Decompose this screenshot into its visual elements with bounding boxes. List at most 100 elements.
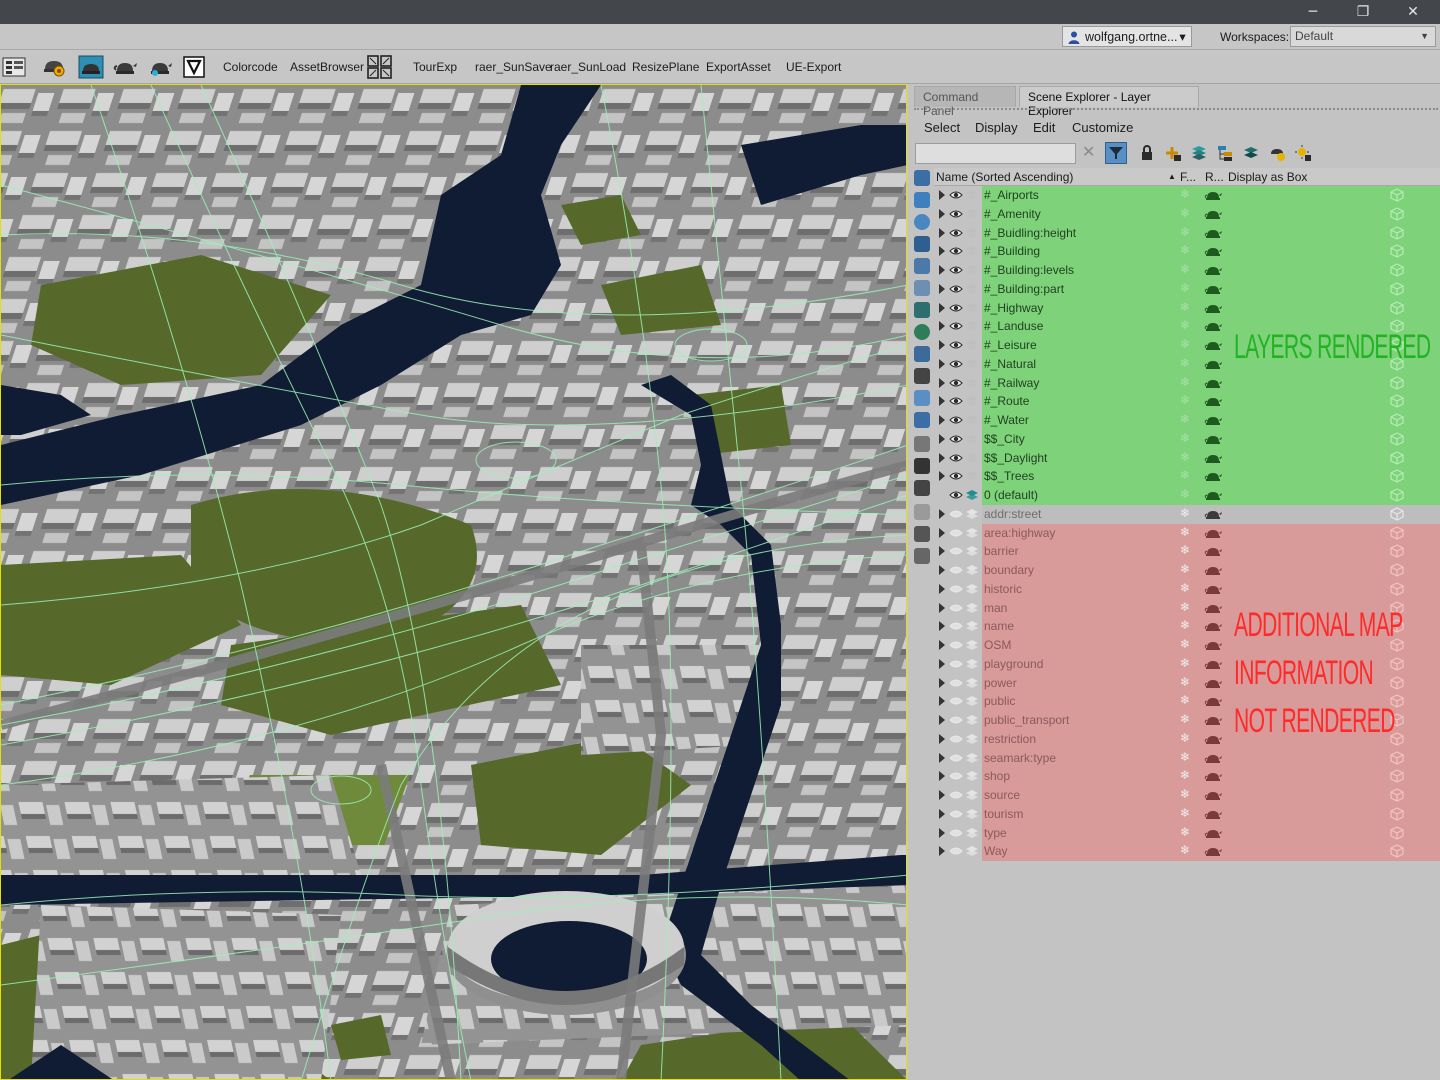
expand-arrow-icon[interactable] (939, 733, 945, 744)
freeze-snowflake-icon[interactable]: ❄ (1180, 712, 1190, 726)
renderable-teapot-icon[interactable] (1204, 244, 1222, 258)
3d-viewport[interactable] (0, 84, 907, 1080)
expand-arrow-icon[interactable] (939, 527, 945, 538)
layers-stack-icon[interactable] (1188, 142, 1210, 164)
expand-arrow-icon[interactable] (939, 715, 945, 725)
renderable-teapot-icon[interactable] (1204, 844, 1222, 858)
renderable-teapot-icon[interactable] (1204, 544, 1222, 558)
hidden-filter-icon[interactable] (914, 412, 930, 428)
layer-row[interactable]: $$_City ❄ (934, 429, 1440, 449)
layer-row[interactable]: barrier ❄ (934, 542, 1440, 561)
layer-row[interactable]: historic ❄ (934, 579, 1440, 599)
visibility-eye-icon[interactable] (949, 845, 963, 857)
render-teapot-active-icon[interactable] (147, 55, 173, 79)
display-as-box-icon[interactable] (1390, 375, 1404, 390)
visibility-eye-icon[interactable] (949, 489, 963, 501)
freeze-snowflake-icon[interactable]: ❄ (1180, 731, 1190, 745)
freeze-snowflake-icon[interactable]: ❄ (1180, 450, 1190, 464)
display-as-box-icon[interactable] (1390, 582, 1404, 596)
display-as-box-icon[interactable] (1390, 394, 1404, 408)
freeze-snowflake-icon[interactable]: ❄ (1180, 525, 1190, 539)
lock-icon[interactable] (1136, 142, 1158, 164)
renderable-teapot-icon[interactable] (1204, 619, 1222, 633)
freeze-snowflake-icon[interactable]: ❄ (1180, 187, 1190, 201)
display-as-box-icon[interactable] (1390, 563, 1404, 577)
freeze-snowflake-icon[interactable]: ❄ (1180, 581, 1190, 595)
expand-arrow-icon[interactable] (939, 602, 945, 613)
display-as-box-icon[interactable] (1390, 207, 1404, 221)
visibility-eye-icon[interactable] (949, 714, 963, 726)
visibility-eye-icon[interactable] (949, 789, 963, 801)
colorcode-button[interactable]: Colorcode (223, 60, 278, 74)
bones-filter-icon[interactable] (914, 346, 930, 362)
shapes-filter-icon[interactable] (914, 192, 930, 208)
user-account-dropdown[interactable]: wolfgang.ortne... ▾ (1062, 26, 1192, 47)
expand-arrow-icon[interactable] (939, 415, 945, 425)
renderable-teapot-icon[interactable] (1204, 751, 1222, 765)
expand-arrow-icon[interactable] (939, 640, 945, 650)
helpers-filter-icon[interactable] (914, 258, 930, 274)
layer-row[interactable]: #_Route ❄ (934, 392, 1440, 411)
layer-row[interactable]: #_Water ❄ (934, 411, 1440, 430)
render-teapot-icon[interactable] (112, 55, 138, 79)
renderable-teapot-icon[interactable] (1204, 788, 1222, 802)
renderable-teapot-icon[interactable] (1204, 451, 1222, 465)
freeze-snowflake-icon[interactable]: ❄ (1180, 562, 1190, 576)
freeze-snowflake-icon[interactable]: ❄ (1180, 600, 1190, 614)
renderable-teapot-icon[interactable] (1204, 694, 1222, 708)
expand-arrow-icon[interactable] (939, 227, 945, 238)
menu-display[interactable]: Display (975, 120, 1018, 135)
expand-arrow-icon[interactable] (939, 265, 945, 275)
minimize-button[interactable]: ─ (1290, 0, 1336, 24)
visibility-eye-icon[interactable] (949, 208, 963, 220)
renderable-teapot-icon[interactable] (1204, 319, 1222, 333)
cameras-filter-icon[interactable] (914, 236, 930, 252)
display-as-box-icon[interactable] (1390, 807, 1404, 821)
layer-row[interactable]: #_Building:levels ❄ (934, 261, 1440, 280)
visibility-eye-icon[interactable] (949, 320, 963, 332)
menu-edit[interactable]: Edit (1033, 120, 1055, 135)
freeze-snowflake-icon[interactable]: ❄ (1180, 318, 1190, 332)
freeze-snowflake-icon[interactable]: ❄ (1180, 843, 1190, 857)
expand-arrow-icon[interactable] (939, 565, 945, 575)
freeze-snowflake-icon[interactable]: ❄ (1180, 393, 1190, 407)
renderable-teapot-icon[interactable] (1204, 676, 1222, 690)
freeze-snowflake-icon[interactable]: ❄ (1180, 375, 1190, 389)
visibility-eye-icon[interactable] (949, 358, 963, 370)
freeze-snowflake-icon[interactable]: ❄ (1180, 262, 1190, 276)
expand-arrow-icon[interactable] (939, 658, 945, 669)
freeze-snowflake-icon[interactable]: ❄ (1180, 768, 1190, 782)
display-as-box-icon[interactable] (1390, 263, 1404, 277)
renderable-teapot-icon[interactable] (1204, 338, 1222, 352)
lights-filter-icon[interactable] (914, 214, 930, 230)
freeze-snowflake-icon[interactable]: ❄ (1180, 243, 1190, 257)
renderable-teapot-icon[interactable] (1204, 807, 1222, 821)
expand-arrow-icon[interactable] (939, 790, 945, 800)
display-as-box-icon[interactable] (1390, 675, 1404, 690)
visibility-eye-icon[interactable] (949, 377, 963, 389)
renderable-teapot-icon[interactable] (1204, 469, 1222, 483)
renderable-teapot-icon[interactable] (1204, 188, 1222, 202)
column-renderable[interactable]: R... (1205, 170, 1224, 184)
ue-export-button[interactable]: UE-Export (786, 60, 841, 74)
expand-arrow-icon[interactable] (939, 433, 945, 444)
freeze-snowflake-icon[interactable]: ❄ (1180, 300, 1190, 314)
v-ray-icon[interactable] (182, 55, 208, 79)
visibility-eye-icon[interactable] (949, 733, 963, 745)
sunsave-button[interactable]: raer_SunSave (475, 60, 552, 74)
expand-arrow-icon[interactable] (939, 358, 945, 369)
renderable-teapot-icon[interactable] (1204, 769, 1222, 783)
teapot-layer-icon[interactable] (1266, 142, 1288, 164)
visibility-eye-icon[interactable] (949, 395, 963, 407)
expand-arrow-icon[interactable] (939, 696, 945, 707)
visibility-eye-icon[interactable] (949, 414, 963, 426)
freeze-snowflake-icon[interactable]: ❄ (1180, 225, 1190, 239)
sunload-button[interactable]: raer_SunLoad (550, 60, 626, 74)
freeze-snowflake-icon[interactable]: ❄ (1180, 487, 1190, 501)
funnel-icon[interactable] (914, 526, 930, 542)
visibility-eye-icon[interactable] (949, 470, 963, 482)
layer-row[interactable]: #_Airports ❄ (934, 186, 1440, 205)
expand-arrow-icon[interactable] (939, 827, 945, 838)
expand-arrow-icon[interactable] (939, 621, 945, 632)
freeze-snowflake-icon[interactable]: ❄ (1180, 206, 1190, 220)
